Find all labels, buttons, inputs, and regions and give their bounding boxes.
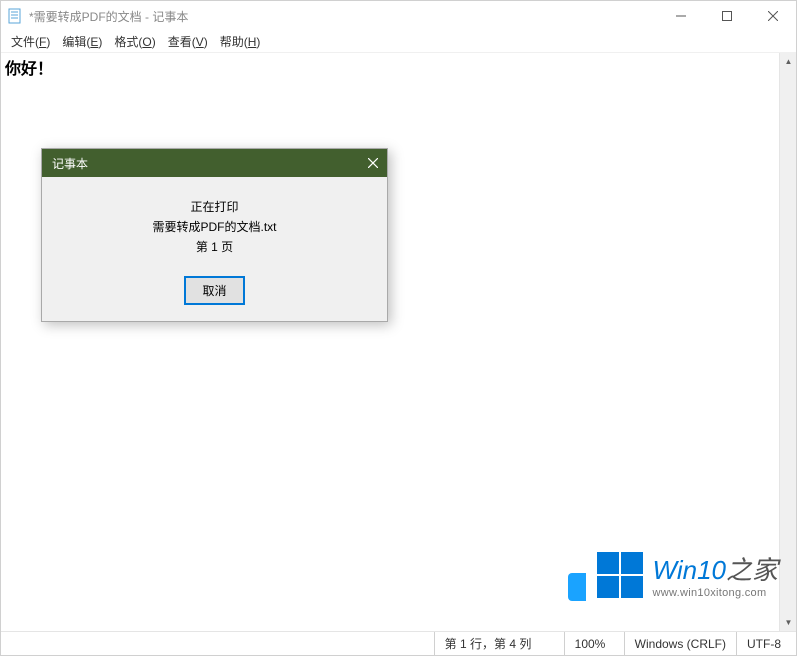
dialog-title: 记事本 [52,155,359,172]
dialog-status-line: 正在打印 [52,198,377,215]
close-icon [768,11,778,21]
content-area: 你好！ ▲ ▼ 记事本 正在打印 需要转成PDF的文档.txt 第 1 页 取消 [1,53,796,631]
menu-format[interactable]: 格式(O) [108,31,161,52]
status-eol: Windows (CRLF) [624,632,736,655]
minimize-button[interactable] [658,1,704,31]
maximize-icon [722,11,732,21]
scroll-up-icon[interactable]: ▲ [780,53,796,70]
menubar: 文件(F) 编辑(E) 格式(O) 查看(V) 帮助(H) [1,31,796,53]
notepad-icon [7,8,23,24]
vertical-scrollbar[interactable]: ▲ ▼ [779,53,796,631]
window-title: *需要转成PDF的文档 - 记事本 [29,8,658,25]
notepad-window: *需要转成PDF的文档 - 记事本 文件(F) 编辑(E) 格式(O) 查看(V… [0,0,797,656]
menu-file[interactable]: 文件(F) [5,31,56,52]
text-editor[interactable]: 你好！ [1,53,796,631]
window-controls [658,1,796,31]
minimize-icon [676,11,686,21]
menu-help[interactable]: 帮助(H) [214,31,267,52]
close-button[interactable] [750,1,796,31]
dialog-page-line: 第 1 页 [52,238,377,255]
menu-edit[interactable]: 编辑(E) [56,31,108,52]
status-position: 第 1 行，第 4 列 [434,632,564,655]
status-zoom: 100% [564,632,624,655]
statusbar: 第 1 行，第 4 列 100% Windows (CRLF) UTF-8 [1,631,796,655]
close-icon [368,158,378,168]
dialog-close-button[interactable] [359,149,387,177]
menu-view[interactable]: 查看(V) [162,31,214,52]
status-encoding: UTF-8 [736,632,796,655]
dialog-titlebar[interactable]: 记事本 [42,149,387,177]
dialog-filename-line: 需要转成PDF的文档.txt [52,218,377,235]
titlebar[interactable]: *需要转成PDF的文档 - 记事本 [1,1,796,31]
scroll-down-icon[interactable]: ▼ [780,614,796,631]
cancel-button[interactable]: 取消 [184,276,244,305]
maximize-button[interactable] [704,1,750,31]
print-dialog: 记事本 正在打印 需要转成PDF的文档.txt 第 1 页 取消 [41,148,388,322]
dialog-body: 正在打印 需要转成PDF的文档.txt 第 1 页 取消 [42,177,387,321]
